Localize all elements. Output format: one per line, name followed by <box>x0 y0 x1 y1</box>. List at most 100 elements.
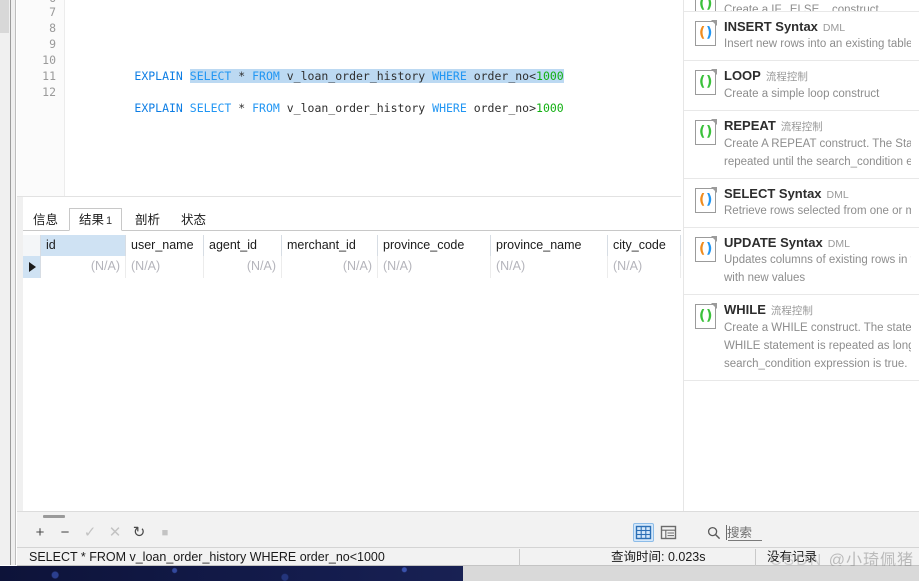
cell-province_code[interactable]: (N/A) <box>378 256 491 278</box>
outer-vertical-scrollbar[interactable] <box>0 0 10 565</box>
cell-province_name[interactable]: (N/A) <box>491 256 608 278</box>
line-number: 9 <box>49 37 56 51</box>
sql-snippet-icon: () <box>695 187 717 213</box>
status-bar: SELECT * FROM v_loan_order_history WHERE… <box>17 547 919 566</box>
column-header-city_code[interactable]: city_code <box>608 235 681 256</box>
cell-user_name[interactable]: (N/A) <box>126 256 204 278</box>
apply-change-button[interactable]: ✓ <box>81 524 99 542</box>
grid-empty-area <box>23 278 681 511</box>
line-number: 8 <box>49 21 56 35</box>
grid-toolbar: + − ✓ ✕ ↻ ■ 搜索 <box>17 511 919 547</box>
help-title: WHILE <box>724 302 766 317</box>
search-underline <box>728 540 762 541</box>
sql-help-panel[interactable]: () IF...ELSE...流程控制 Create a IF...ELSE..… <box>683 0 919 511</box>
help-description: Create A REPEAT construct. The Statement… <box>724 138 911 150</box>
form-icon <box>660 525 677 540</box>
column-header-id[interactable]: id <box>41 235 126 256</box>
help-item-loop[interactable]: () LOOP 流程控制 Create a simple loop constru… <box>684 61 919 111</box>
status-record-count: 没有记录 <box>767 550 818 564</box>
help-tag: DML <box>822 22 846 34</box>
help-item-select-syntax[interactable]: () SELECT Syntax DML Retrieve rows select… <box>684 179 919 228</box>
code-keyword-explain: EXPLAIN <box>134 101 183 115</box>
help-tag: 流程控制 <box>770 305 813 317</box>
editor-code-area[interactable]: EXPLAIN SELECT * FROM v_loan_order_histo… <box>66 0 681 196</box>
code-keyword-where: WHERE <box>432 101 467 115</box>
results-tabstrip: 信息 结果 1 剖析 状态 <box>17 208 681 231</box>
cell-merchant_id[interactable]: (N/A) <box>282 256 378 278</box>
help-title: REPEAT <box>724 118 776 133</box>
tab-result-count: 1 <box>106 215 113 227</box>
line-number: 7 <box>49 5 56 19</box>
code-column: order_no> <box>466 101 537 115</box>
column-header-agent_id[interactable]: agent_id <box>204 235 282 256</box>
grid-corner-cell[interactable] <box>23 235 41 256</box>
code-column: order_no< <box>466 69 537 83</box>
code-star: * <box>231 101 253 115</box>
help-description-line2: with new values <box>724 272 806 284</box>
code-star: * <box>231 69 253 83</box>
editor-gutter: 6 7 8 9 10 11 12 <box>17 0 65 196</box>
help-item-update-syntax[interactable]: () UPDATE Syntax DML Updates columns of e… <box>684 228 919 295</box>
code-number: 1000 <box>536 101 564 115</box>
form-view-toggle[interactable] <box>658 523 679 542</box>
discard-change-button[interactable]: ✕ <box>106 524 124 542</box>
help-description: Create a IF...ELSE... construct <box>724 4 879 12</box>
table-row[interactable]: (N/A) (N/A) (N/A) (N/A) (N/A) (N/A) (N/A… <box>23 256 681 278</box>
code-line-12[interactable]: EXPLAIN SELECT * FROM v_loan_order_histo… <box>79 84 564 132</box>
grid-view-toggle[interactable] <box>633 523 654 542</box>
help-item-while[interactable]: () WHILE 流程控制 Create a WHILE construct. T… <box>684 295 919 381</box>
code-number: 1000 <box>536 69 564 83</box>
help-description-line2: WHILE statement is repeated as long as t… <box>724 340 911 352</box>
status-divider <box>755 549 756 566</box>
cell-id[interactable]: (N/A) <box>41 256 126 278</box>
column-header-province_code[interactable]: province_code <box>378 235 491 256</box>
help-item-insert-syntax[interactable]: () INSERT Syntax DML Insert new rows into… <box>684 12 919 61</box>
sql-snippet-icon: () <box>695 236 717 262</box>
sql-snippet-icon: () <box>695 119 717 145</box>
code-keyword-where: WHERE <box>432 69 467 83</box>
cell-agent_id[interactable]: (N/A) <box>204 256 282 278</box>
help-tag: 流程控制 <box>780 121 823 133</box>
remove-row-button[interactable]: − <box>56 524 74 542</box>
grid-search[interactable]: 搜索 <box>707 524 887 542</box>
stop-button[interactable]: ■ <box>156 524 174 542</box>
help-title: SELECT Syntax <box>724 186 822 201</box>
code-table: v_loan_order_history <box>279 69 433 83</box>
tab-label: 状态 <box>181 213 207 227</box>
line-number: 12 <box>42 85 56 99</box>
results-grid[interactable]: id user_name agent_id merchant_id provin… <box>23 235 681 511</box>
panel-resize-handle[interactable] <box>43 515 65 518</box>
refresh-button[interactable]: ↻ <box>130 524 148 542</box>
outer-scrollbar-thumb[interactable] <box>0 0 9 33</box>
help-description: Create a WHILE construct. The statement … <box>724 322 911 334</box>
cell-city_code[interactable]: (N/A) <box>608 256 681 278</box>
help-tag: DML <box>827 238 850 250</box>
row-current-indicator[interactable] <box>23 256 41 278</box>
sql-editor[interactable]: 6 7 8 9 10 11 12 EXPLAIN SELECT * FROM v… <box>17 0 681 196</box>
column-header-province_name[interactable]: province_name <box>491 235 608 256</box>
help-tag: 流程控制 <box>765 71 808 83</box>
column-header-user_name[interactable]: user_name <box>126 235 204 256</box>
sql-snippet-icon: () <box>695 0 716 11</box>
sql-snippet-icon: () <box>695 20 717 46</box>
tab-result[interactable]: 结果 1 <box>69 208 123 231</box>
help-item-repeat[interactable]: () REPEAT 流程控制 Create A REPEAT construct.… <box>684 111 919 179</box>
tab-profile[interactable]: 剖析 <box>125 208 170 231</box>
code-line-6-clipped: EXPLAIN SELECT * FROM v_loan_order_histo… <box>128 0 681 4</box>
help-description: Create a simple loop construct <box>724 88 880 100</box>
help-title: LOOP <box>724 68 761 83</box>
add-row-button[interactable]: + <box>31 524 49 542</box>
code-keyword-from: FROM <box>252 69 280 83</box>
status-query-time: 查询时间: 0.023s <box>611 550 706 564</box>
line-number: 10 <box>42 53 56 67</box>
tab-label: 信息 <box>33 213 59 227</box>
code-keyword-explain: EXPLAIN <box>134 69 183 83</box>
tab-status[interactable]: 状态 <box>171 208 216 231</box>
status-query-text: SELECT * FROM v_loan_order_history WHERE… <box>29 550 385 564</box>
tab-info[interactable]: 信息 <box>23 208 68 231</box>
help-item-if-else[interactable]: () IF...ELSE...流程控制 Create a IF...ELSE..… <box>684 0 919 12</box>
column-header-merchant_id[interactable]: merchant_id <box>282 235 378 256</box>
results-panel: 信息 结果 1 剖析 状态 id user_name agent_id merch… <box>17 196 681 511</box>
tab-label: 结果 <box>79 213 105 227</box>
status-divider <box>519 549 520 566</box>
